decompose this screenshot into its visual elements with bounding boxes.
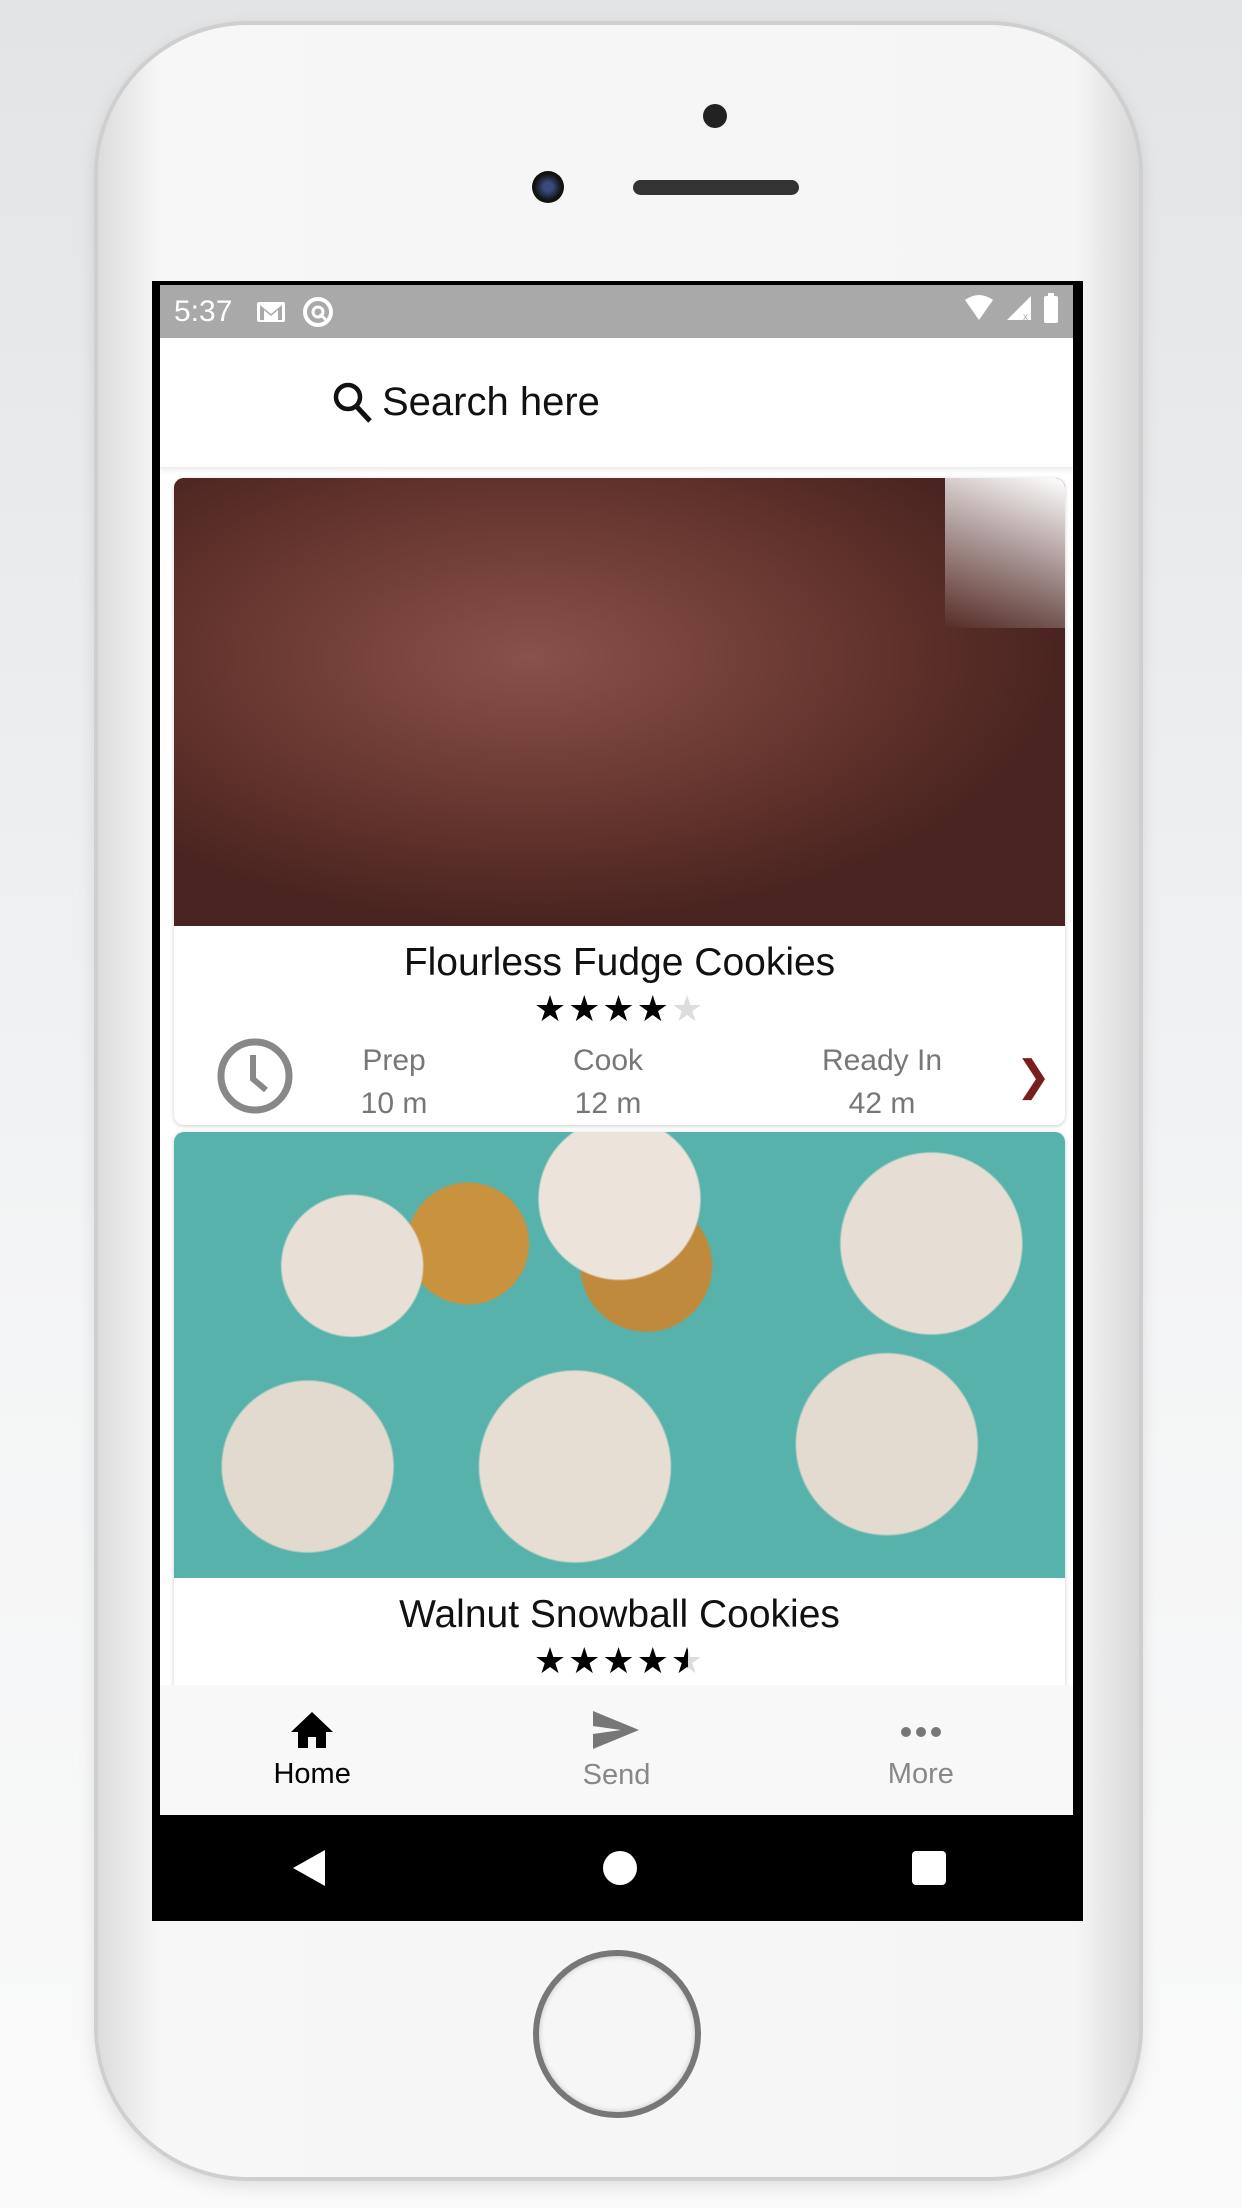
- nav-send[interactable]: Send: [464, 1685, 768, 1815]
- more-icon: [900, 1726, 941, 1737]
- recipe-card[interactable]: Flourless Fudge Cookies ★★★★★ Prep 10 m C…: [174, 478, 1065, 1125]
- nav-home[interactable]: Home: [160, 1685, 464, 1815]
- proximity-sensor: [703, 104, 727, 128]
- app-screen: 5:37 x Search here Flourless Fudge Cooki…: [160, 285, 1073, 1815]
- battery-icon: [1043, 292, 1059, 331]
- nav-label: Send: [582, 1758, 651, 1791]
- nav-label: Home: [273, 1757, 351, 1790]
- ready-label: Ready In: [821, 1044, 943, 1077]
- star-rating: ★★★★★: [533, 1640, 706, 1681]
- ready-value: 42 m: [848, 1087, 916, 1120]
- recipe-image: [174, 1132, 1065, 1578]
- recipe-title: Flourless Fudge Cookies: [403, 941, 836, 984]
- status-bar: 5:37 x: [160, 285, 1073, 338]
- bottom-nav: Home Send More: [160, 1685, 1073, 1815]
- nav-label: More: [887, 1757, 954, 1790]
- recipe-times: Prep 10 m Cook 12 m Ready In 42 m ❯: [174, 1029, 1065, 1125]
- status-time: 5:37: [174, 294, 233, 328]
- signal-icon: x: [1005, 294, 1033, 330]
- ready-time: Ready In 42 m: [792, 1039, 972, 1125]
- clock-icon: [217, 1038, 293, 1114]
- nav-more[interactable]: More: [769, 1685, 1073, 1815]
- search-placeholder: Search here: [382, 380, 600, 424]
- sync-icon: [302, 296, 334, 328]
- earpiece: [633, 180, 799, 195]
- cook-value: 12 m: [574, 1087, 642, 1120]
- recents-icon[interactable]: [911, 1850, 947, 1886]
- wifi-icon: [963, 294, 995, 330]
- device-home-button[interactable]: [533, 1950, 701, 2118]
- search-icon: [333, 382, 372, 423]
- recipe-title: Walnut Snowball Cookies: [399, 1593, 840, 1636]
- prep-time: Prep 10 m: [334, 1039, 454, 1125]
- star-rating: ★★★★★: [533, 988, 706, 1029]
- back-icon[interactable]: [289, 1848, 329, 1888]
- cook-label: Cook: [572, 1044, 644, 1077]
- gmail-icon: [256, 300, 286, 324]
- send-icon: [593, 1710, 640, 1749]
- search-bar[interactable]: Search here: [160, 338, 1073, 468]
- prep-label: Prep: [362, 1044, 426, 1077]
- home-icon: [291, 1711, 334, 1748]
- cook-time: Cook 12 m: [548, 1039, 668, 1125]
- android-nav-bar: [152, 1815, 1083, 1921]
- home-circle-icon[interactable]: [602, 1850, 638, 1886]
- svg-text:x: x: [1023, 312, 1028, 322]
- recipe-image: [174, 478, 1065, 926]
- chevron-right-icon[interactable]: ❯: [1016, 1051, 1051, 1100]
- prep-value: 10 m: [360, 1087, 428, 1120]
- front-camera: [532, 171, 564, 203]
- recipe-card[interactable]: Walnut Snowball Cookies ★★★★★: [174, 1132, 1065, 1732]
